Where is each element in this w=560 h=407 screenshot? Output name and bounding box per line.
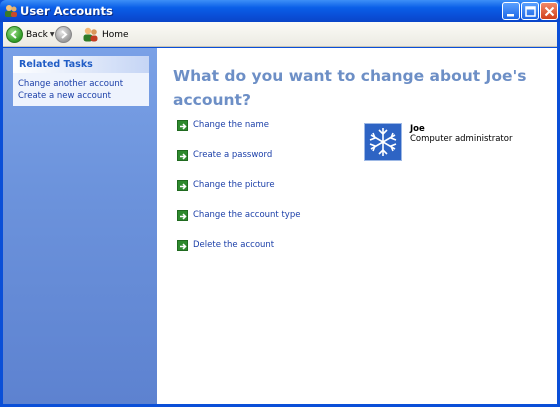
option-label: Change the picture [193, 180, 275, 190]
option-label: Delete the account [193, 240, 275, 250]
main-panel: What do you want to change about Joe's a… [157, 48, 557, 404]
user-accounts-window: User Accounts Back ▼ Home Related Tasks … [0, 0, 560, 407]
task-sidebar: Related Tasks Change another account Cre… [3, 48, 157, 404]
option-label: Create a password [193, 150, 273, 160]
back-arrow-icon [6, 26, 23, 43]
create-password-option[interactable]: Create a password [177, 148, 272, 162]
related-tasks-panel: Related Tasks Change another account Cre… [13, 56, 149, 106]
page-title: What do you want to change about Joe's a… [173, 67, 527, 109]
maximize-icon [525, 6, 536, 17]
close-icon [544, 6, 555, 17]
option-label: Change the account type [193, 210, 301, 220]
title-bar[interactable]: User Accounts [0, 0, 560, 22]
green-arrow-icon [177, 179, 188, 191]
user-role: Computer administrator [410, 134, 513, 144]
green-arrow-icon [177, 209, 188, 221]
close-button[interactable] [540, 2, 558, 20]
related-tasks-title: Related Tasks [19, 59, 93, 70]
user-name: Joe [410, 124, 425, 134]
related-tasks-header[interactable]: Related Tasks [13, 56, 149, 73]
minimize-button[interactable] [502, 2, 520, 20]
change-name-option[interactable]: Change the name [177, 118, 269, 132]
change-another-account-link[interactable]: Change another account [18, 79, 123, 89]
window-title: User Accounts [20, 4, 113, 18]
snowflake-icon [369, 128, 397, 156]
change-picture-option[interactable]: Change the picture [177, 178, 275, 192]
change-account-type-option[interactable]: Change the account type [177, 208, 300, 222]
delete-account-option[interactable]: Delete the account [177, 238, 274, 252]
back-label: Back [26, 29, 48, 40]
user-accounts-icon [5, 5, 17, 17]
back-button[interactable]: Back ▼ [6, 25, 54, 44]
user-picture [364, 123, 402, 161]
green-arrow-icon [177, 119, 188, 131]
maximize-button[interactable] [521, 2, 539, 20]
option-label: Change the name [193, 120, 270, 130]
green-arrow-icon [177, 239, 188, 251]
home-label: Home [102, 29, 129, 40]
home-button[interactable]: Home [82, 25, 129, 44]
forward-arrow-icon [55, 26, 72, 43]
content-area: Related Tasks Change another account Cre… [3, 48, 557, 404]
home-users-icon [83, 27, 98, 42]
create-new-account-link[interactable]: Create a new account [18, 91, 111, 101]
minimize-icon [507, 14, 514, 17]
chevron-down-icon[interactable]: ▼ [50, 31, 55, 38]
navigation-toolbar: Back ▼ Home [3, 22, 557, 47]
forward-button[interactable] [55, 25, 72, 44]
green-arrow-icon [177, 149, 188, 161]
